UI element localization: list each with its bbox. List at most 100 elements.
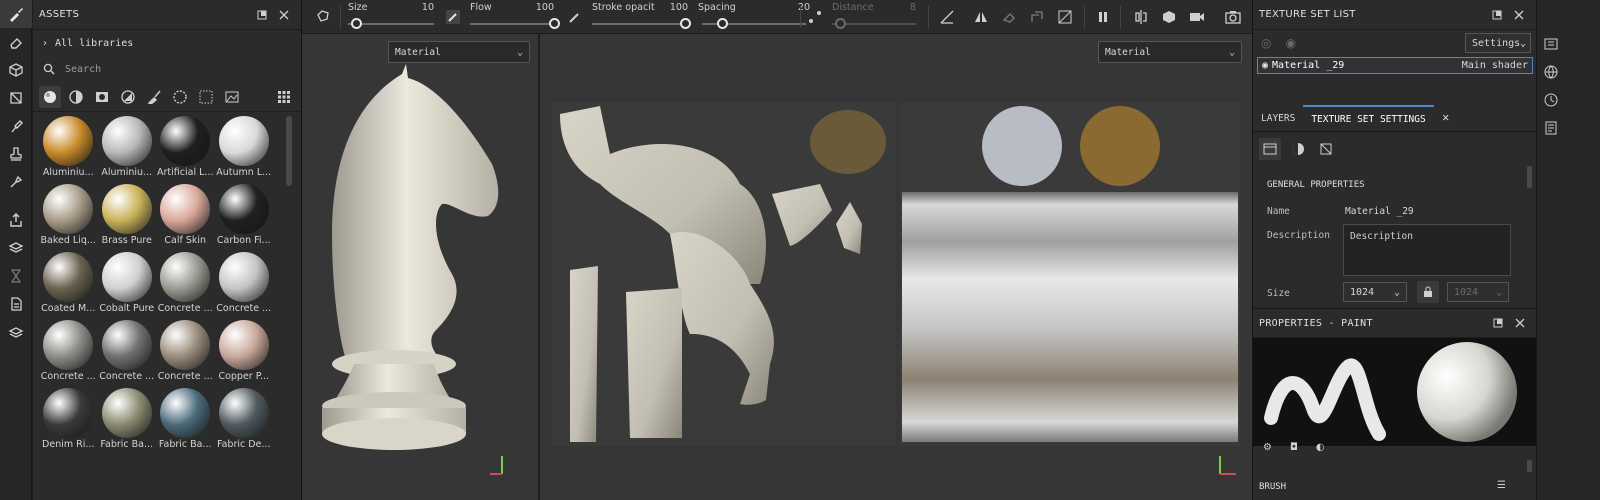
description-field[interactable]: Description <box>1343 224 1511 276</box>
texture-set-settings-button[interactable] <box>1537 30 1565 58</box>
smart-masks-filter-icon[interactable] <box>117 86 139 108</box>
asset-thumbnail[interactable]: Baked Liq... <box>39 184 98 246</box>
float-panel-button[interactable] <box>1486 4 1508 26</box>
tab-texture-set-settings[interactable]: TEXTURE SET SETTINGS <box>1303 105 1434 131</box>
clone-tool-button[interactable] <box>0 140 32 168</box>
materials-filter-icon[interactable] <box>39 85 61 108</box>
alphas-filter-icon[interactable] <box>195 86 217 108</box>
search-input[interactable]: Search <box>33 56 301 82</box>
stroke-opacity-value[interactable]: 100 <box>664 2 688 13</box>
flow-slider-knob[interactable] <box>548 18 560 29</box>
name-value[interactable]: Material _29 <box>1345 206 1414 217</box>
display-settings-button[interactable] <box>1537 58 1565 86</box>
close-panel-button[interactable] <box>273 4 295 26</box>
close-panel-button[interactable] <box>1509 312 1531 334</box>
asset-thumbnail[interactable]: Concrete ... <box>156 320 215 382</box>
brushes-filter-icon[interactable] <box>143 86 165 108</box>
libraries-selector[interactable]: › All libraries <box>33 30 301 56</box>
lasso-icon[interactable] <box>314 8 332 26</box>
asset-thumbnail[interactable]: Fabric Ba... <box>98 388 157 450</box>
brush-size-icon[interactable] <box>444 8 462 26</box>
document-button[interactable] <box>0 290 32 318</box>
lock-ratio-button[interactable] <box>1417 281 1439 303</box>
visibility-all-icon[interactable]: ◎ <box>1261 36 1271 50</box>
transform-icon[interactable] <box>1028 8 1046 26</box>
stencil-icon[interactable]: ◐ <box>1316 442 1325 453</box>
history-panel-button[interactable] <box>1537 86 1565 114</box>
tab-layers[interactable]: LAYERS <box>1253 105 1303 131</box>
viewport-2d[interactable]: Material ⌄ <box>540 34 1252 500</box>
assets-scrollbar[interactable] <box>286 116 292 186</box>
shader-ball-icon[interactable] <box>1287 138 1309 160</box>
grid-view-icon[interactable] <box>273 86 295 108</box>
asset-thumbnail[interactable]: Concrete ... <box>156 252 215 314</box>
environments-filter-icon[interactable] <box>221 86 243 108</box>
paint-tool-button[interactable] <box>0 0 32 28</box>
asset-thumbnail[interactable]: Brass Pure <box>98 184 157 246</box>
eraser-mode-icon[interactable] <box>1000 8 1018 26</box>
camera-icon[interactable] <box>1188 8 1206 26</box>
size-dropdown[interactable]: 1024 ⌄ <box>1343 282 1407 302</box>
asset-thumbnail[interactable]: Concrete ... <box>215 252 274 314</box>
asset-thumbnail[interactable]: Aluminiu... <box>39 116 98 178</box>
texture-set-item[interactable]: ◉ Material _29 Main shader <box>1257 57 1533 74</box>
projection-tool-button[interactable] <box>0 56 32 84</box>
channels-icon[interactable] <box>1259 138 1281 160</box>
flow-value[interactable]: 100 <box>530 2 554 13</box>
polygon-fill-button[interactable] <box>0 84 32 112</box>
settings-scrollbar[interactable] <box>1527 166 1532 188</box>
properties-scrollbar[interactable] <box>1527 460 1532 472</box>
history-button[interactable] <box>0 262 32 290</box>
asset-thumbnail[interactable]: Concrete ... <box>39 320 98 382</box>
asset-thumbnail[interactable]: Concrete ... <box>98 320 157 382</box>
bake-button[interactable] <box>0 234 32 262</box>
alpha-icon[interactable]: ◘ <box>1290 442 1298 453</box>
masks-filter-icon[interactable] <box>91 86 113 108</box>
asset-thumbnail[interactable]: Fabric Ba... <box>156 388 215 450</box>
pause-icon[interactable] <box>1094 8 1112 26</box>
asset-thumbnail[interactable]: Cobalt Pure <box>98 252 157 314</box>
mirror-icon[interactable] <box>972 8 990 26</box>
menu-icon[interactable]: ☰ <box>1497 480 1506 491</box>
brush-settings-icon[interactable]: ⚙ <box>1263 442 1272 453</box>
flow-slider[interactable] <box>470 23 554 25</box>
split-view-icon[interactable] <box>1132 8 1150 26</box>
stroke-icon[interactable] <box>566 8 584 26</box>
eraser-tool-button[interactable] <box>0 28 32 56</box>
smudge-tool-button[interactable] <box>0 112 32 140</box>
stroke-opacity-slider[interactable] <box>592 23 685 25</box>
screenshot-icon[interactable] <box>1224 8 1242 26</box>
textures-filter-icon[interactable] <box>169 86 191 108</box>
asset-thumbnail[interactable]: Copper P... <box>215 320 274 382</box>
asset-thumbnail[interactable]: Carbon Fi... <box>215 184 274 246</box>
size-value[interactable]: 10 <box>410 2 434 13</box>
symmetry-angle-icon[interactable] <box>938 8 956 26</box>
uv-transform-icon[interactable] <box>1315 138 1337 160</box>
smart-materials-filter-icon[interactable] <box>65 86 87 108</box>
3d-view-icon[interactable] <box>1160 8 1178 26</box>
close-tab-icon[interactable]: ✕ <box>1434 105 1458 131</box>
spacing-slider-knob[interactable] <box>717 18 729 29</box>
close-panel-button[interactable] <box>1508 4 1530 26</box>
float-panel-button[interactable] <box>251 4 273 26</box>
asset-thumbnail[interactable]: Artificial L... <box>156 116 215 178</box>
asset-thumbnail[interactable]: Denim Ri... <box>39 388 98 450</box>
settings-dropdown[interactable]: Settings ⌄ <box>1465 33 1531 53</box>
size-slider-knob[interactable] <box>351 18 363 29</box>
asset-thumbnail[interactable]: Calf Skin <box>156 184 215 246</box>
float-panel-button[interactable] <box>1487 312 1509 334</box>
hide-icon[interactable] <box>1056 8 1074 26</box>
eye-icon[interactable]: ◉ <box>1262 60 1268 71</box>
asset-thumbnail[interactable]: Coated M... <box>39 252 98 314</box>
viewport-3d[interactable]: Material ⌄ <box>302 34 538 500</box>
lazy-mouse-icon[interactable] <box>806 8 824 26</box>
color-picker-button[interactable] <box>0 168 32 196</box>
visibility-toggle-icon[interactable]: ◉ <box>1285 36 1295 50</box>
asset-thumbnail[interactable]: Fabric De... <box>215 388 274 450</box>
stroke-opacity-slider-knob[interactable] <box>679 18 691 29</box>
asset-thumbnail[interactable]: Autumn L... <box>215 116 274 178</box>
export-button[interactable] <box>0 206 32 234</box>
mesh-button[interactable] <box>0 318 32 346</box>
asset-thumbnail[interactable]: Aluminiu... <box>98 116 157 178</box>
log-panel-button[interactable] <box>1537 114 1565 142</box>
